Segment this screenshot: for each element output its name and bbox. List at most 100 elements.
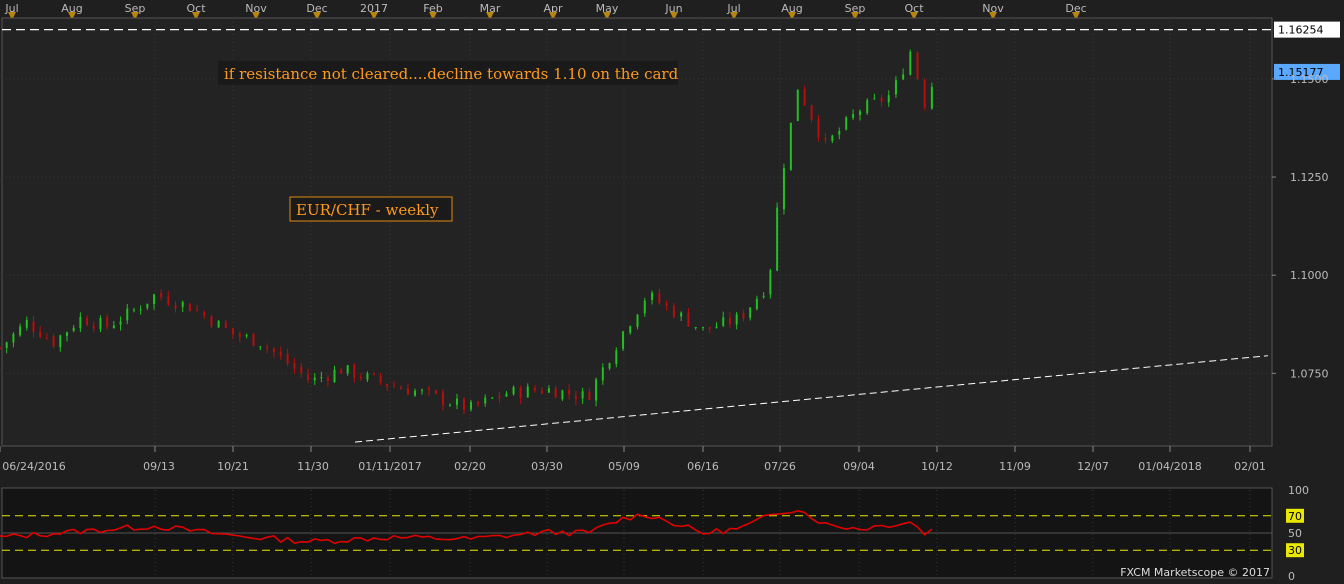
- date-tick-label: 02/01: [1234, 460, 1266, 473]
- candle-body: [615, 350, 618, 365]
- candle-body: [470, 401, 473, 410]
- candle-body: [636, 314, 639, 327]
- candle-body: [505, 393, 508, 397]
- date-tick-label: 06/16: [687, 460, 719, 473]
- candle-body: [203, 312, 206, 316]
- candle-body: [880, 97, 883, 102]
- candle-body: [643, 300, 646, 314]
- candle-body: [456, 398, 458, 405]
- candle-body: [132, 309, 135, 311]
- price-tick-label: 1.1500: [1290, 73, 1329, 86]
- candle-body: [923, 79, 926, 108]
- candle-body: [588, 391, 591, 401]
- chart-canvas: Jul Aug Sep Oct Nov Dec 2017 Feb Mar Apr May Jun Jul…: [0, 0, 1344, 583]
- price-tick-label: 1.0750: [1290, 367, 1329, 380]
- chart-title: EUR/CHF - weekly: [296, 201, 439, 219]
- candle-body: [449, 405, 451, 407]
- candle-body: [930, 86, 933, 109]
- candle-body: [99, 317, 102, 330]
- candle-body: [414, 390, 416, 396]
- annotation-box: if resistance not cleared....decline tow…: [218, 61, 679, 85]
- candle-body: [0, 347, 1, 349]
- candle-body: [146, 303, 149, 308]
- candle-body: [72, 327, 75, 331]
- candle-body: [421, 389, 423, 391]
- date-tick-label: 03/30: [531, 460, 563, 473]
- candle-body: [715, 326, 718, 329]
- candle: [188, 303, 191, 312]
- candle-body: [232, 328, 234, 335]
- rsi-tick-label: 0: [1288, 570, 1295, 580]
- candle-body: [568, 389, 571, 395]
- candle-body: [224, 322, 227, 328]
- candle-body: [831, 135, 834, 142]
- candle-body: [526, 386, 529, 398]
- candle-body: [852, 114, 855, 119]
- candle: [916, 51, 919, 80]
- candle-body: [386, 383, 389, 387]
- candle-body: [916, 52, 919, 79]
- candle-body: [366, 373, 369, 380]
- price-tick-label: 1.1000: [1290, 269, 1329, 282]
- candle-body: [174, 305, 177, 309]
- candle-body: [887, 95, 890, 103]
- candle-body: [65, 332, 68, 336]
- candle-body: [359, 376, 362, 379]
- candle-body: [838, 130, 841, 135]
- candle-body: [259, 346, 262, 348]
- date-tick-label: 05/09: [608, 460, 640, 473]
- candle-body: [909, 51, 912, 75]
- candle-body: [845, 117, 848, 130]
- candle-body: [320, 377, 323, 379]
- candle-body: [39, 331, 42, 338]
- candle-body: [326, 377, 329, 381]
- candle-body: [272, 348, 275, 353]
- candle-body: [789, 122, 792, 170]
- candle-body: [393, 386, 395, 388]
- candle-body: [512, 386, 515, 395]
- candle-body: [803, 89, 806, 106]
- date-tick-label: 01/11/2017: [358, 460, 421, 473]
- candle: [776, 202, 779, 272]
- candle-body: [313, 377, 316, 381]
- candle: [782, 163, 785, 215]
- chart-title-box: EUR/CHF - weekly: [289, 196, 453, 222]
- candle-body: [776, 207, 779, 271]
- candle-body: [52, 336, 55, 347]
- candle-body: [79, 316, 82, 329]
- candle-body: [32, 321, 35, 332]
- candle-body: [547, 388, 550, 393]
- date-tick-label: 09/04: [843, 460, 875, 473]
- candle-body: [629, 326, 632, 333]
- candle-body: [873, 98, 876, 100]
- candle-body: [742, 313, 745, 319]
- candle-body: [498, 396, 501, 398]
- candle-body: [45, 337, 48, 339]
- candle: [252, 333, 255, 347]
- date-tick-label: 01/04/2018: [1138, 460, 1201, 473]
- candle-body: [484, 397, 487, 404]
- candle-body: [894, 80, 897, 95]
- date-tick-label: 10/12: [921, 460, 953, 473]
- candle-body: [5, 342, 8, 348]
- date-tick-label: 09/13: [143, 460, 175, 473]
- candle-body: [435, 390, 437, 394]
- candle-body: [687, 312, 690, 327]
- candle-body: [533, 387, 536, 391]
- candle-body: [722, 317, 725, 326]
- candle: [769, 268, 772, 299]
- candle-body: [12, 333, 15, 343]
- date-tick-label: 02/20: [454, 460, 486, 473]
- candle-body: [293, 362, 296, 369]
- candle-body: [217, 320, 220, 328]
- candle-body: [106, 316, 109, 328]
- candle-body: [608, 363, 611, 369]
- candle-body: [25, 319, 28, 328]
- candle-body: [463, 398, 465, 410]
- candle-body: [333, 369, 336, 382]
- candle-body: [112, 325, 115, 328]
- rsi-tick-label: 70: [1288, 510, 1302, 523]
- candle-body: [245, 335, 248, 337]
- candle-body: [442, 392, 444, 405]
- candle-body: [866, 100, 869, 114]
